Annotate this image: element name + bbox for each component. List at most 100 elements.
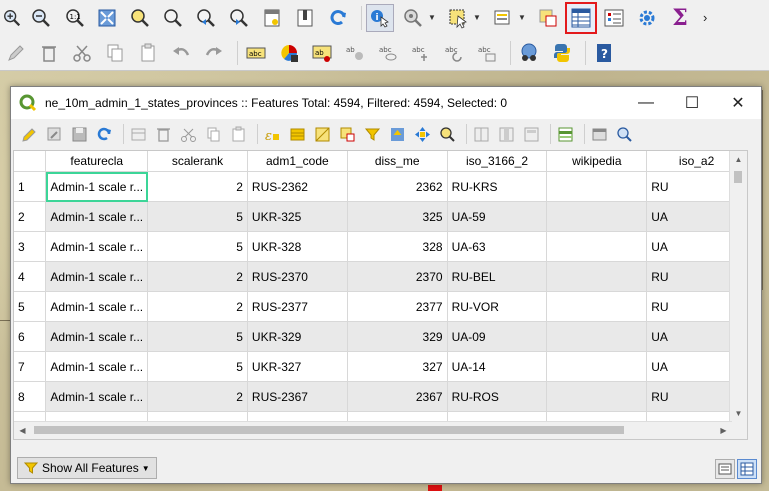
table-cell-scalerank[interactable]: 5 (147, 321, 248, 352)
table-cell-wikipedia[interactable] (546, 201, 648, 232)
measure-icon[interactable] (399, 4, 427, 32)
conditional-formatting-icon[interactable] (555, 124, 575, 144)
paste-features-icon[interactable] (228, 124, 248, 144)
table-cell-wikipedia[interactable] (546, 171, 648, 202)
reload-table-icon[interactable] (94, 124, 114, 144)
table-cell-diss-me[interactable]: 2362 (347, 171, 448, 202)
table-cell-diss-me[interactable]: 2370 (347, 261, 448, 292)
table-cell-featurecla[interactable]: Admin-1 scale r... (45, 201, 149, 232)
scroll-left-arrow-icon[interactable]: ◀ (14, 422, 31, 439)
window-titlebar[interactable]: ne_10m_admin_1_states_provinces :: Featu… (11, 87, 761, 119)
field-calculator-icon[interactable] (521, 124, 541, 144)
attribute-table-grid[interactable]: featurecla scalerank adm1_code diss_me i… (13, 150, 748, 440)
table-row[interactable]: 4 Admin-1 scale r... 2 RUS-2370 2370 RU-BEL RU (14, 261, 747, 292)
table-cell-featurecla[interactable]: Admin-1 scale r... (45, 381, 149, 412)
invert-selection-icon[interactable] (312, 124, 332, 144)
table-cell-adm1-code[interactable]: UKR-325 (247, 201, 348, 232)
measure-dropdown-icon[interactable]: ▼ (428, 13, 438, 22)
table-cell-scalerank[interactable]: 2 (147, 171, 248, 202)
attribute-form-icon[interactable] (489, 4, 517, 32)
column-header-iso-3166-2[interactable]: iso_3166_2 (447, 151, 548, 172)
row-header[interactable]: 1 (14, 171, 47, 202)
table-cell-iso-3166-2[interactable]: UA-14 (447, 351, 548, 382)
diagram-icon[interactable] (275, 39, 303, 67)
dock-search-icon[interactable] (614, 124, 634, 144)
zoom-native-icon[interactable]: 1:1 (60, 4, 88, 32)
zoom-last-icon[interactable] (192, 4, 220, 32)
show-all-features-dropdown[interactable]: Show All Features ▼ (17, 457, 157, 479)
table-cell-adm1-code[interactable]: RUS-2362 (247, 171, 348, 202)
scroll-up-arrow-icon[interactable]: ▲ (730, 151, 747, 168)
table-cell-featurecla[interactable]: Admin-1 scale r... (45, 321, 149, 352)
table-cell-iso-3166-2[interactable]: RU-VOR (447, 291, 548, 322)
table-cell-diss-me[interactable]: 328 (347, 231, 448, 262)
save-edits-icon[interactable] (69, 124, 89, 144)
toggle-editing-icon[interactable] (19, 124, 39, 144)
table-cell-wikipedia[interactable] (546, 291, 648, 322)
multi-edit-icon[interactable] (44, 124, 64, 144)
refresh-icon[interactable] (324, 4, 352, 32)
table-row[interactable]: 7 Admin-1 scale r... 5 UKR-327 327 UA-14 UA (14, 351, 747, 382)
table-cell-scalerank[interactable]: 2 (147, 261, 248, 292)
table-cell-wikipedia[interactable] (546, 231, 648, 262)
table-view-button[interactable] (737, 459, 757, 479)
table-cell-diss-me[interactable]: 2367 (347, 381, 448, 412)
table-row[interactable]: 3 Admin-1 scale r... 5 UKR-328 328 UA-63 UA (14, 231, 747, 262)
table-cell-scalerank[interactable]: 2 (147, 381, 248, 412)
undo-icon[interactable] (167, 39, 195, 67)
deselect-icon[interactable] (534, 4, 562, 32)
settings-gear-icon[interactable] (633, 4, 661, 32)
vertical-scrollbar[interactable]: ▲ ▼ (729, 151, 747, 439)
scroll-right-arrow-icon[interactable]: ▶ (715, 422, 732, 439)
table-cell-iso-3166-2[interactable]: UA-63 (447, 231, 548, 262)
delete-icon[interactable] (35, 39, 63, 67)
table-cell-adm1-code[interactable]: RUS-2367 (247, 381, 348, 412)
pin-label-icon[interactable]: ab (341, 39, 369, 67)
close-button[interactable]: ✕ (715, 87, 761, 119)
filter-icon[interactable] (362, 124, 382, 144)
change-label-icon[interactable]: abc (473, 39, 501, 67)
table-row[interactable]: 6 Admin-1 scale r... 5 UKR-329 329 UA-09 UA (14, 321, 747, 352)
edit-pencil-icon[interactable] (2, 39, 30, 67)
table-cell-featurecla[interactable]: Admin-1 scale r... (45, 261, 149, 292)
column-header-diss-me[interactable]: diss_me (347, 151, 448, 172)
table-cell-featurecla[interactable]: Admin-1 scale r... (45, 351, 149, 382)
table-cell-iso-3166-2[interactable]: UA-59 (447, 201, 548, 232)
table-cell-adm1-code[interactable]: UKR-328 (247, 231, 348, 262)
table-cell-iso-3166-2[interactable]: RU-ROS (447, 381, 548, 412)
new-field-icon[interactable] (471, 124, 491, 144)
row-header[interactable]: 6 (14, 321, 47, 352)
deselect-all-icon[interactable] (337, 124, 357, 144)
table-cell-featurecla[interactable]: Admin-1 scale r... (45, 291, 149, 322)
horizontal-scrollbar[interactable]: ◀ ▶ (14, 421, 732, 439)
show-bookmarks-icon[interactable] (291, 4, 319, 32)
zoom-in-icon[interactable] (2, 4, 22, 32)
statistics-icon[interactable] (600, 4, 628, 32)
table-cell-iso-3166-2[interactable]: UA-09 (447, 321, 548, 352)
vertical-scroll-thumb[interactable] (734, 171, 742, 183)
delete-feature-icon[interactable] (153, 124, 173, 144)
zoom-out-icon[interactable] (27, 4, 55, 32)
actions-icon[interactable] (589, 124, 609, 144)
table-cell-scalerank[interactable]: 5 (147, 351, 248, 382)
table-cell-adm1-code[interactable]: RUS-2370 (247, 261, 348, 292)
table-cell-featurecla[interactable]: Admin-1 scale r... (45, 231, 149, 262)
row-header[interactable]: 7 (14, 351, 47, 382)
minimize-button[interactable]: — (623, 87, 669, 119)
python-icon[interactable] (548, 39, 576, 67)
table-row[interactable]: 1 Admin-1 scale r... 2 RUS-2362 2362 RU-KRS RU (14, 171, 747, 202)
globe-binoculars-icon[interactable] (515, 39, 543, 67)
help-icon[interactable]: ? (590, 39, 618, 67)
show-hide-label-icon[interactable]: abc (374, 39, 402, 67)
open-attribute-table-icon[interactable] (565, 1, 597, 34)
table-cell-scalerank[interactable]: 2 (147, 291, 248, 322)
column-header-scalerank[interactable]: scalerank (147, 151, 248, 172)
row-header[interactable]: 8 (14, 381, 47, 412)
label-highlight-icon[interactable]: ab (308, 39, 336, 67)
move-label-icon[interactable]: abc (407, 39, 435, 67)
delete-field-icon[interactable] (496, 124, 516, 144)
table-cell-diss-me[interactable]: 325 (347, 201, 448, 232)
table-cell-diss-me[interactable]: 329 (347, 321, 448, 352)
row-header[interactable]: 4 (14, 261, 47, 292)
copy-features-icon[interactable] (203, 124, 223, 144)
